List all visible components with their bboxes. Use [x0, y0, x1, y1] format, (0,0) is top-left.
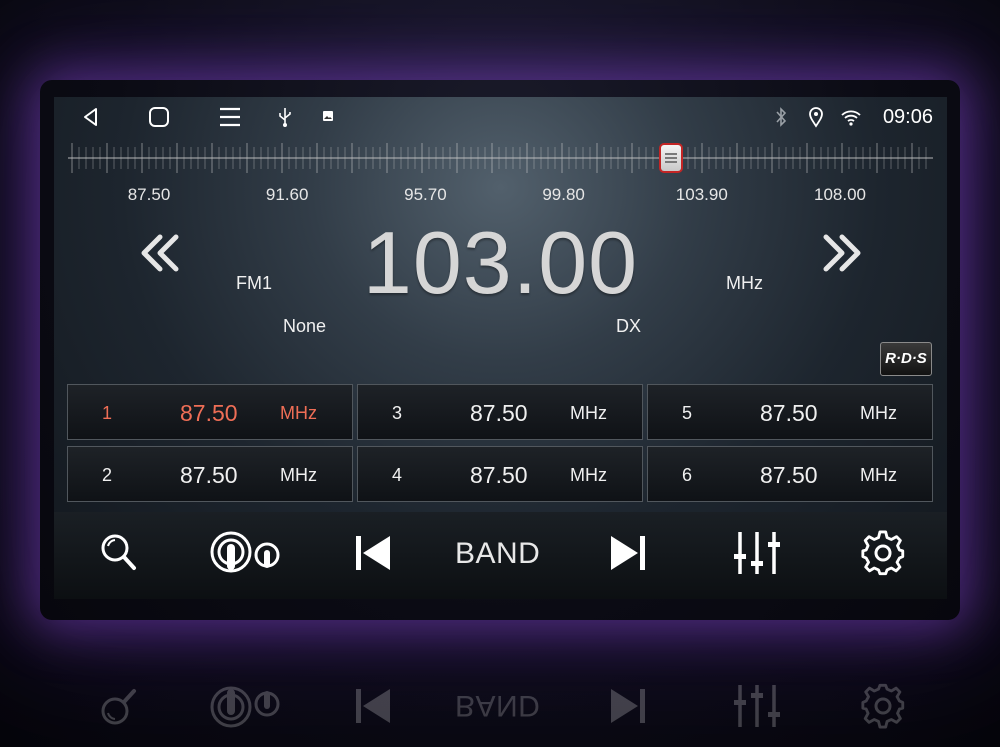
preset-grid: 1 87.50 MHz 2 87.50 MHz 3 87.50 MHz 4 87…: [67, 384, 935, 504]
bluetooth-icon: [776, 107, 787, 127]
preset-frequency: 87.50: [470, 400, 528, 426]
preset-unit: MHz: [280, 403, 317, 423]
scale-label: 87.50: [127, 185, 171, 204]
preset-unit: MHz: [860, 403, 897, 423]
equalizer-icon[interactable]: [732, 530, 782, 576]
search-icon-reflection: [101, 689, 136, 725]
preset-button-4[interactable]: 4 87.50 MHz: [357, 446, 643, 502]
preset-button-2[interactable]: 2 87.50 MHz: [67, 446, 353, 502]
band-button[interactable]: BAND: [455, 537, 540, 571]
preset-index: 3: [392, 403, 403, 423]
preset-unit: MHz: [860, 465, 897, 485]
preset-button-3[interactable]: 3 87.50 MHz: [357, 384, 643, 440]
tuner-baseline: [68, 157, 933, 159]
settings-icon[interactable]: [860, 530, 906, 576]
scale-label: 91.60: [265, 185, 309, 204]
screen-reflection: BAND: [54, 610, 947, 747]
preset-index: 5: [682, 403, 693, 423]
tuner-scale[interactable]: [68, 137, 933, 179]
previous-icon-reflection: [356, 689, 390, 723]
preset-index: 1: [102, 403, 113, 423]
preset-button-1[interactable]: 1 87.50 MHz: [67, 384, 353, 440]
preset-index: 4: [392, 465, 403, 485]
menu-icon[interactable]: [218, 106, 242, 128]
previous-icon[interactable]: [354, 530, 392, 576]
preset-frequency: 87.50: [760, 400, 818, 426]
control-bar-reflection: BAND: [54, 660, 947, 747]
broadcast-icon-reflection: [210, 686, 280, 728]
seek-up-icon[interactable]: [820, 233, 864, 273]
preset-frequency: 87.50: [760, 462, 818, 488]
status-clock: 09:06: [882, 106, 933, 128]
back-icon[interactable]: [80, 106, 102, 128]
band-button-reflection: BAND: [455, 689, 541, 722]
next-icon-reflection: [611, 689, 645, 723]
scale-label: 108.00: [814, 185, 866, 204]
status-bar: 09:06: [54, 97, 947, 137]
preset-index: 2: [102, 465, 113, 485]
preset-frequency: 87.50: [180, 400, 238, 426]
image-icon: [323, 111, 333, 121]
settings-icon-reflection: [861, 683, 905, 729]
usb-icon: [279, 108, 291, 127]
home-icon[interactable]: [148, 106, 170, 128]
frequency-unit: MHz: [726, 273, 763, 293]
wifi-icon: [841, 110, 861, 126]
preset-button-6[interactable]: 6 87.50 MHz: [647, 446, 933, 502]
scale-label: 95.70: [404, 185, 447, 204]
preset-frequency: 87.50: [470, 462, 528, 488]
preset-unit: MHz: [570, 465, 607, 485]
broadcast-icon[interactable]: [209, 530, 283, 576]
preset-index: 6: [682, 465, 693, 485]
location-icon: [809, 107, 823, 128]
preset-frequency: 87.50: [180, 462, 238, 488]
search-icon[interactable]: [98, 530, 140, 576]
tuner-slider-handle[interactable]: [661, 145, 682, 171]
next-icon[interactable]: [609, 530, 647, 576]
current-frequency: 103.00: [362, 213, 639, 312]
reception-mode[interactable]: DX: [616, 316, 641, 337]
preset-unit: MHz: [280, 465, 317, 485]
rds-badge[interactable]: R·D·S: [880, 342, 932, 376]
band-indicator: FM1: [236, 273, 272, 293]
scale-label: 99.80: [542, 185, 585, 204]
control-bar: BAND: [54, 512, 947, 599]
station-name: None: [283, 316, 327, 336]
scale-label: 103.90: [675, 185, 728, 204]
equalizer-icon-reflection: [734, 685, 780, 727]
preset-button-5[interactable]: 5 87.50 MHz: [647, 384, 933, 440]
radio-screen: 09:06 87.50 91.60 95.70 99.80 103.90 108…: [54, 97, 947, 599]
preset-unit: MHz: [570, 403, 607, 423]
